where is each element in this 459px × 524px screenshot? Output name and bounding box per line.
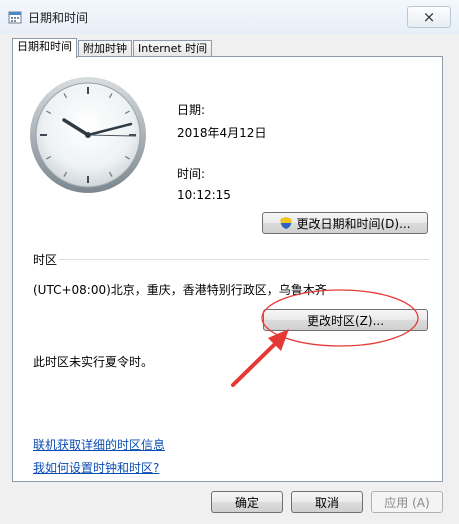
how-to-set-clock-link[interactable]: 我如何设置时钟和时区? [33, 459, 159, 476]
ok-button[interactable]: 确定 [211, 491, 283, 513]
analog-clock [30, 77, 146, 193]
uac-shield-icon [279, 216, 293, 230]
timezone-section-label: 时区 [33, 253, 58, 267]
date-time-dialog: 日期和时间 × 日期和时间 附加时钟 Internet 时间 日期: 2018年… [0, 0, 459, 524]
cancel-label: 取消 [314, 495, 339, 510]
current-timezone: (UTC+08:00)北京，重庆，香港特别行政区，乌鲁木齐 [33, 283, 327, 297]
change-date-time-label: 更改日期和时间(D)... [296, 216, 411, 231]
window-title: 日期和时间 [28, 11, 89, 25]
dst-note: 此时区未实行夏令时。 [33, 355, 154, 369]
time-value: 10:12:15 [177, 188, 231, 202]
apply-button[interactable]: 应用 (A) [371, 491, 443, 513]
time-label: 时间: [177, 167, 206, 181]
calendar-clock-icon [8, 10, 22, 24]
date-label: 日期: [177, 103, 206, 117]
cancel-button[interactable]: 取消 [291, 491, 363, 513]
tab-date-time[interactable]: 日期和时间 [12, 38, 77, 58]
close-icon: × [422, 7, 436, 26]
tab-panel: 日期: 2018年4月12日 时间: 10:12:15 更改日期和时间(D)..… [12, 56, 443, 482]
change-date-time-button[interactable]: 更改日期和时间(D)... [262, 212, 428, 234]
tab-strip: 日期和时间 附加时钟 Internet 时间 [12, 37, 213, 58]
tab-additional-clocks[interactable]: 附加时钟 [78, 40, 132, 57]
change-timezone-label: 更改时区(Z)... [306, 313, 385, 328]
apply-label: 应用 (A) [384, 495, 430, 510]
date-value: 2018年4月12日 [177, 126, 267, 140]
title-bar: 日期和时间 × [0, 0, 459, 34]
tab-internet-time[interactable]: Internet 时间 [133, 40, 213, 57]
change-timezone-button[interactable]: 更改时区(Z)... [263, 309, 428, 331]
ok-label: 确定 [234, 495, 259, 510]
online-timezone-info-link[interactable]: 联机获取详细的时区信息 [33, 436, 165, 453]
close-button[interactable]: × [407, 6, 451, 28]
timezone-divider [59, 259, 429, 260]
